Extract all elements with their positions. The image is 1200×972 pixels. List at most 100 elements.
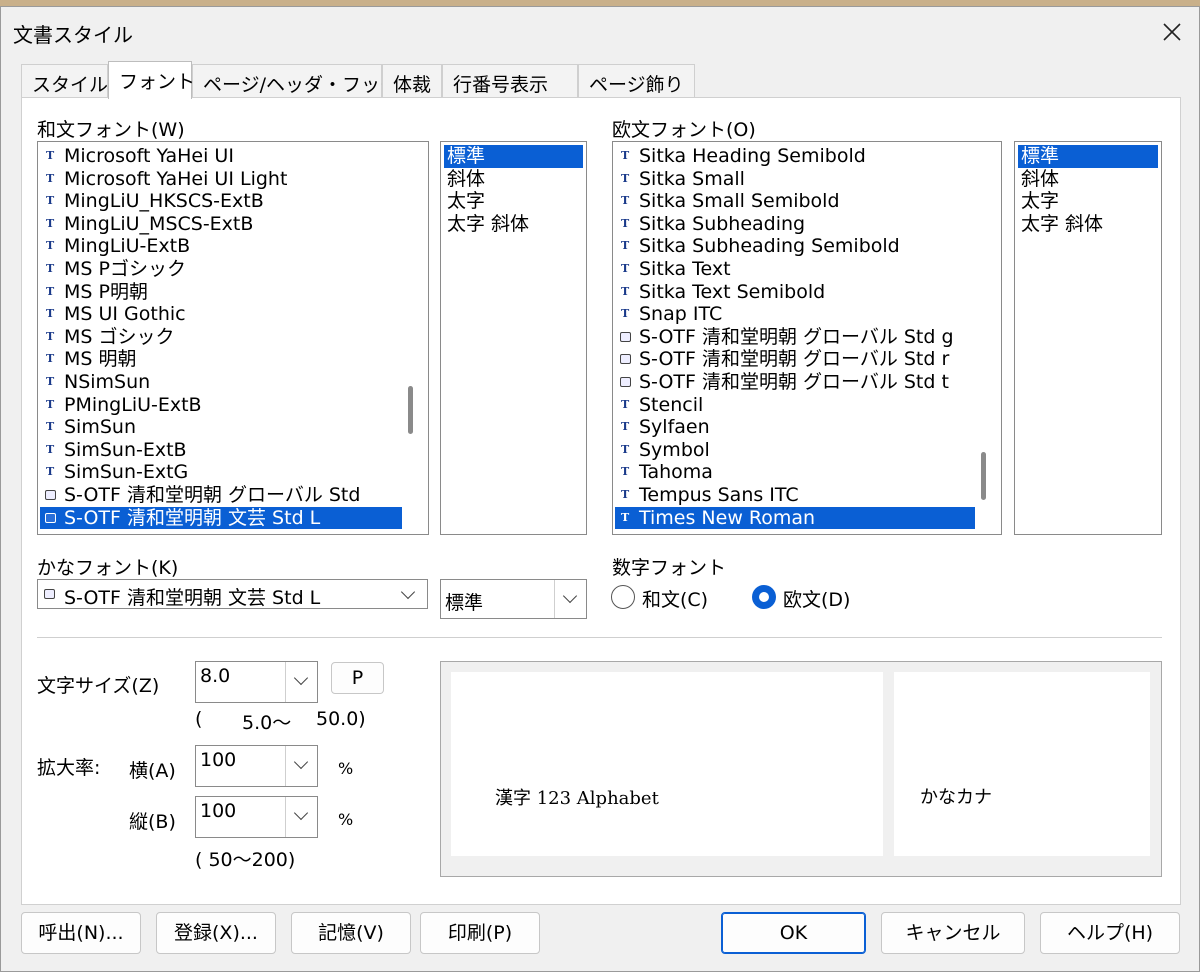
japanese-font-list[interactable]: T Microsoft YaHei UI T Microsoft YaHei UI L… <box>37 141 429 535</box>
style-list-item[interactable]: 標準 <box>1018 145 1158 168</box>
font-list-item[interactable]: S-OTF 清和堂明朝 グローバル Std t <box>615 371 975 394</box>
font-list-item[interactable]: S-OTF 清和堂明朝 グローバル Std g <box>615 326 975 349</box>
style-list-item[interactable]: 太字 斜体 <box>444 213 583 236</box>
font-list-item[interactable]: S-OTF 清和堂明朝 グローバル Std r <box>615 348 975 371</box>
font-list-item[interactable]: T SimSun-ExtB <box>40 439 402 462</box>
kana-style-dropdown[interactable] <box>554 580 586 618</box>
font-list-item[interactable]: T MS UI Gothic <box>40 303 402 326</box>
font-list-item[interactable]: T Sitka Heading Semibold <box>615 145 975 168</box>
font-list-item[interactable]: T MS ゴシック <box>40 326 402 349</box>
font-list-item[interactable]: S-OTF 清和堂明朝 文芸 Std L <box>40 506 402 530</box>
font-size-label: 文字サイズ(Z) <box>37 675 160 697</box>
font-list-item[interactable]: T Symbol <box>615 439 975 462</box>
font-list-item[interactable]: T Sitka Text Semibold <box>615 281 975 304</box>
western-font-style-list[interactable]: 標準 斜体 太字 太字 斜体 <box>1014 141 1162 535</box>
font-size-combo[interactable]: 8.0 <box>195 661 318 703</box>
style-list-item[interactable]: 太字 <box>1018 190 1158 213</box>
style-list-item[interactable]: 標準 <box>444 145 583 168</box>
kana-font-value: S-OTF 清和堂明朝 文芸 Std L <box>64 587 321 609</box>
font-name: MS UI Gothic <box>64 303 186 326</box>
font-list-item[interactable]: T Snap ITC <box>615 303 975 326</box>
font-list-item[interactable]: T Microsoft YaHei UI Light <box>40 168 402 191</box>
vertical-scale-combo[interactable]: 100 <box>195 796 318 838</box>
truetype-icon: T <box>621 488 630 501</box>
font-list-item[interactable]: T MS Pゴシック <box>40 258 402 281</box>
font-size-dropdown[interactable] <box>285 662 317 702</box>
horizontal-scale-value: 100 <box>200 749 237 771</box>
japanese-font-label: 和文フォント(W) <box>37 119 185 141</box>
font-list-item[interactable]: T Sitka Text <box>615 258 975 281</box>
tab-style[interactable]: スタイル <box>21 64 108 98</box>
tab-page-header-footer[interactable]: ページ/ヘッダ・フッタ <box>192 64 399 98</box>
truetype-icon: T <box>621 397 630 411</box>
style-list-item[interactable]: 斜体 <box>444 168 583 191</box>
digit-font-label: 数字フォント <box>612 557 727 579</box>
font-list-item[interactable]: T MingLiU-ExtB <box>40 235 402 258</box>
truetype-icon: T <box>621 262 630 275</box>
tab-font[interactable]: フォント <box>108 61 195 99</box>
font-list-item[interactable]: T MS P明朝 <box>40 281 402 304</box>
horizontal-scale-combo[interactable]: 100 <box>195 745 318 787</box>
scrollbar-thumb[interactable] <box>981 452 986 500</box>
font-list-item[interactable]: T Sitka Subheading Semibold <box>615 235 975 258</box>
cancel-button[interactable]: キャンセル <box>881 912 1025 954</box>
print-button[interactable]: 印刷(P) <box>420 912 540 954</box>
font-list-item[interactable]: T Sitka Small Semibold <box>615 190 975 213</box>
font-list-item[interactable]: T Sitka Small <box>615 168 975 191</box>
font-list-item[interactable]: T MingLiU_HKSCS-ExtB <box>40 190 402 213</box>
kana-font-combo[interactable]: S-OTF 清和堂明朝 文芸 Std L <box>37 579 428 609</box>
memory-button[interactable]: 記憶(V) <box>291 912 411 954</box>
font-list-item[interactable]: S-OTF 清和堂明朝 グローバル Std <box>40 484 402 507</box>
font-name: Sitka Text Semibold <box>639 280 826 303</box>
style-list-item[interactable]: 斜体 <box>1018 168 1158 191</box>
radio-japanese-digit-label[interactable]: 和文(C) <box>642 585 708 612</box>
font-list-item[interactable]: T NSimSun <box>40 371 402 394</box>
font-name: Microsoft YaHei UI Light <box>64 167 288 190</box>
help-button[interactable]: ヘルプ(H) <box>1040 912 1180 954</box>
tab-line-number[interactable]: 行番号表示 <box>442 64 578 98</box>
font-list-item[interactable]: T Tahoma <box>615 461 975 484</box>
truetype-icon: T <box>621 420 630 434</box>
scale-range: ( 50〜200) <box>195 849 296 871</box>
ok-button[interactable]: OK <box>721 912 866 954</box>
truetype-icon: T <box>621 239 630 253</box>
chevron-down-icon <box>293 754 309 770</box>
japanese-font-style-list[interactable]: 標準 斜体 太字 太字 斜体 <box>440 141 587 535</box>
kana-font-dropdown[interactable] <box>399 580 421 608</box>
font-list-item[interactable]: T SimSun-ExtG <box>40 461 402 484</box>
font-list-item[interactable]: T Times New Roman <box>615 506 975 530</box>
style-list-item[interactable]: 太字 斜体 <box>1018 213 1158 236</box>
font-list-item[interactable]: T Microsoft YaHei UI <box>40 145 402 168</box>
radio-japanese-digit[interactable] <box>611 585 635 609</box>
font-list-item[interactable]: T PMingLiU-ExtB <box>40 394 402 417</box>
font-list-item[interactable]: T MingLiU_MSCS-ExtB <box>40 213 402 236</box>
printer-font-icon <box>620 331 631 342</box>
western-font-list[interactable]: T Sitka Heading Semibold T Sitka Small T Sitk… <box>612 141 1002 535</box>
close-icon <box>1163 23 1181 41</box>
font-list-item[interactable]: T SimSun <box>40 416 402 439</box>
register-button[interactable]: 登録(X)... <box>156 912 276 954</box>
radio-western-digit[interactable] <box>752 585 776 609</box>
radio-western-digit-label[interactable]: 欧文(D) <box>783 585 850 612</box>
vertical-scale-value: 100 <box>200 800 237 822</box>
vertical-percent: % <box>338 810 354 829</box>
font-list-item[interactable]: T Stencil <box>615 394 975 417</box>
kana-style-combo[interactable]: 標準 <box>440 579 587 619</box>
style-list-item[interactable]: 太字 <box>444 190 583 213</box>
font-list-item[interactable]: T MS 明朝 <box>40 348 402 371</box>
point-button[interactable]: P <box>331 662 384 694</box>
font-list-item[interactable]: T Tempus Sans ITC <box>615 484 975 507</box>
horizontal-scale-dropdown[interactable] <box>285 746 317 786</box>
font-name: MS P明朝 <box>64 280 148 303</box>
truetype-icon: T <box>46 262 55 275</box>
call-button[interactable]: 呼出(N)... <box>21 912 141 954</box>
tab-layout[interactable]: 体裁 <box>382 64 442 98</box>
close-button[interactable] <box>1155 15 1189 49</box>
font-list-item[interactable]: T Sylfaen <box>615 416 975 439</box>
truetype-icon: T <box>46 397 55 411</box>
scrollbar-thumb[interactable] <box>408 386 413 434</box>
tab-page-decoration[interactable]: ページ飾り <box>578 64 695 98</box>
font-list-item[interactable]: T Sitka Subheading <box>615 213 975 236</box>
vertical-scale-dropdown[interactable] <box>285 797 317 837</box>
font-name: S-OTF 清和堂明朝 グローバル Std r <box>639 348 950 371</box>
